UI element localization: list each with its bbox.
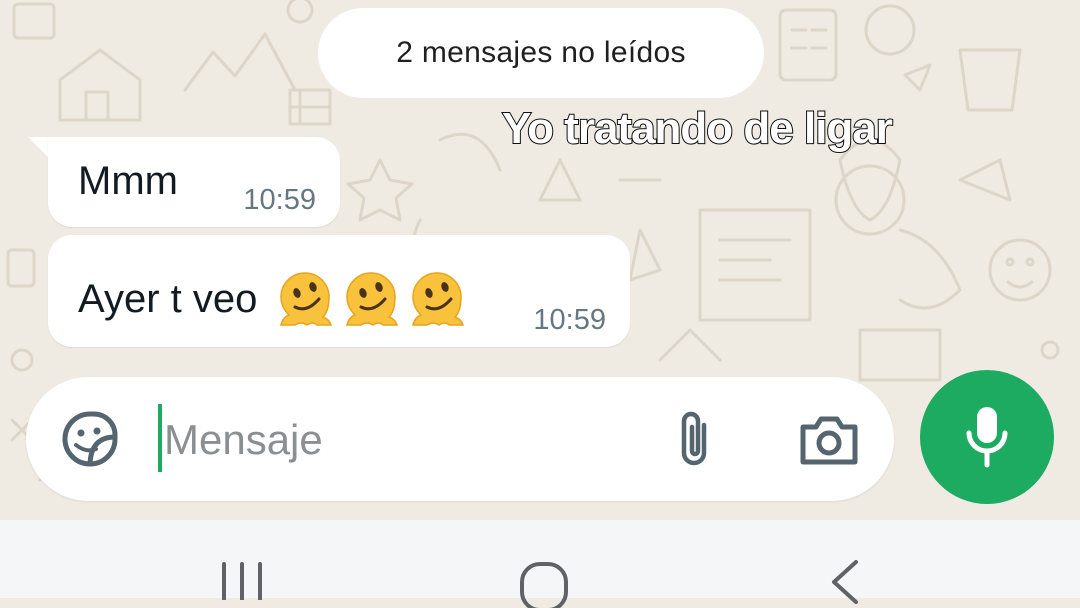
sticker-icon[interactable] — [60, 409, 120, 469]
microphone-icon — [966, 407, 1008, 468]
melting-face-icon — [412, 272, 465, 326]
melting-face-icon — [280, 272, 333, 326]
emoji-group — [273, 267, 469, 331]
recents-icon[interactable] — [218, 560, 266, 600]
bubble-tail — [28, 137, 50, 159]
unread-messages-label: 2 mensajes no leídos — [396, 36, 686, 69]
message-input[interactable] — [162, 405, 646, 475]
paperclip-icon[interactable] — [668, 407, 720, 473]
back-icon[interactable] — [826, 558, 866, 608]
overlay-caption: Yo tratando de ligar — [501, 103, 894, 154]
message-timestamp: 10:59 — [243, 184, 316, 216]
message-content: Ayer t veo — [78, 267, 469, 331]
incoming-message-bubble[interactable]: Ayer t veo 10:59 — [48, 235, 630, 347]
camera-icon[interactable] — [798, 413, 860, 467]
message-text: Ayer t veo — [78, 276, 258, 321]
incoming-message-bubble[interactable]: Mmm 10:59 — [48, 137, 340, 227]
home-icon[interactable] — [516, 558, 572, 608]
voice-message-button[interactable] — [920, 370, 1054, 504]
melting-face-icon — [346, 272, 399, 326]
system-navigation-bar — [0, 520, 1080, 608]
message-composer — [26, 377, 894, 501]
unread-messages-banner: 2 mensajes no leídos — [318, 8, 764, 98]
message-timestamp: 10:59 — [533, 304, 606, 336]
message-text: Mmm — [78, 159, 178, 203]
